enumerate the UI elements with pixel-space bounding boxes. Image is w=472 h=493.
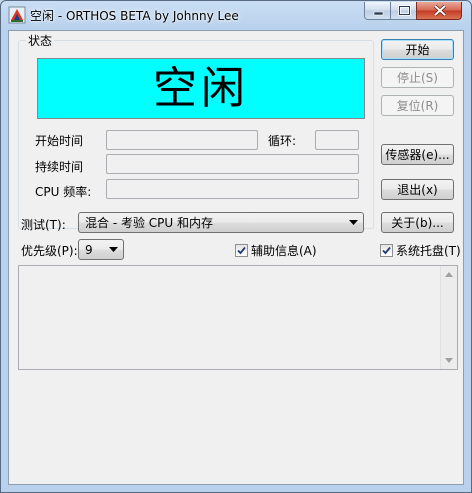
log-output-area[interactable] <box>18 265 458 370</box>
dropdown-arrow-icon <box>349 220 358 225</box>
cpu-frequency-label: CPU 频率: <box>35 185 92 199</box>
test-select-value: 混合 - 考验 CPU 和内存 <box>85 216 213 230</box>
maximize-icon <box>398 5 411 16</box>
cpu-frequency-field <box>106 179 359 199</box>
priority-label: 优先级(P): <box>21 244 78 258</box>
title-bar[interactable]: 空闲 - ORTHOS BETA by Johnny Lee <box>1 1 471 29</box>
system-tray-label: 系统托盘(T) <box>396 244 461 258</box>
dropdown-arrow-icon <box>109 247 118 252</box>
system-tray-checkbox-box[interactable] <box>380 244 393 257</box>
aux-info-checkbox-box[interactable] <box>235 244 248 257</box>
priority-select[interactable]: 9 <box>78 239 124 260</box>
loop-field <box>315 130 359 150</box>
aux-info-label: 辅助信息(A) <box>251 244 317 258</box>
system-tray-checkbox[interactable]: 系统托盘(T) <box>380 242 461 259</box>
stop-button[interactable]: 停止(S) <box>381 67 454 88</box>
test-label: 测试(T): <box>21 218 66 232</box>
client-area: 空闲 开始时间 循环: 持续时间 CPU 频率: 状态 开始 停止(S) 复位(… <box>8 30 464 485</box>
about-button[interactable]: 关于(b)... <box>381 212 454 233</box>
test-select[interactable]: 混合 - 考验 CPU 和内存 <box>78 212 364 233</box>
close-button[interactable] <box>416 2 462 20</box>
status-group: 空闲 开始时间 循环: 持续时间 CPU 频率: <box>18 40 374 229</box>
log-vertical-scrollbar[interactable] <box>440 266 457 369</box>
checkmark-icon <box>237 246 246 255</box>
checkmark-icon <box>382 246 391 255</box>
status-group-label: 状态 <box>26 32 55 49</box>
loop-label: 循环: <box>268 134 297 148</box>
start-time-field <box>106 130 258 150</box>
close-icon <box>433 4 447 17</box>
duration-field <box>106 154 359 174</box>
priority-select-value: 9 <box>85 242 93 257</box>
status-display: 空闲 <box>37 58 365 119</box>
orthos-app-icon <box>8 6 26 24</box>
minimize-button[interactable] <box>364 2 391 20</box>
start-button[interactable]: 开始 <box>381 39 454 60</box>
reset-button[interactable]: 复位(R) <box>381 95 454 116</box>
minimize-icon <box>373 11 384 16</box>
start-time-label: 开始时间 <box>35 134 84 148</box>
app-window: 空闲 - ORTHOS BETA by Johnny Lee 空闲 开始时间 循… <box>0 0 472 493</box>
sensors-button[interactable]: 传感器(e)... <box>381 144 454 165</box>
maximize-button[interactable] <box>390 2 417 20</box>
window-title: 空闲 - ORTHOS BETA by Johnny Lee <box>30 9 239 23</box>
scroll-up-arrow-icon[interactable] <box>445 272 453 277</box>
duration-label: 持续时间 <box>35 160 84 174</box>
status-display-text: 空闲 <box>153 62 249 114</box>
scroll-down-arrow-icon[interactable] <box>445 358 453 363</box>
exit-button[interactable]: 退出(x) <box>381 179 454 200</box>
aux-info-checkbox[interactable]: 辅助信息(A) <box>235 242 317 259</box>
